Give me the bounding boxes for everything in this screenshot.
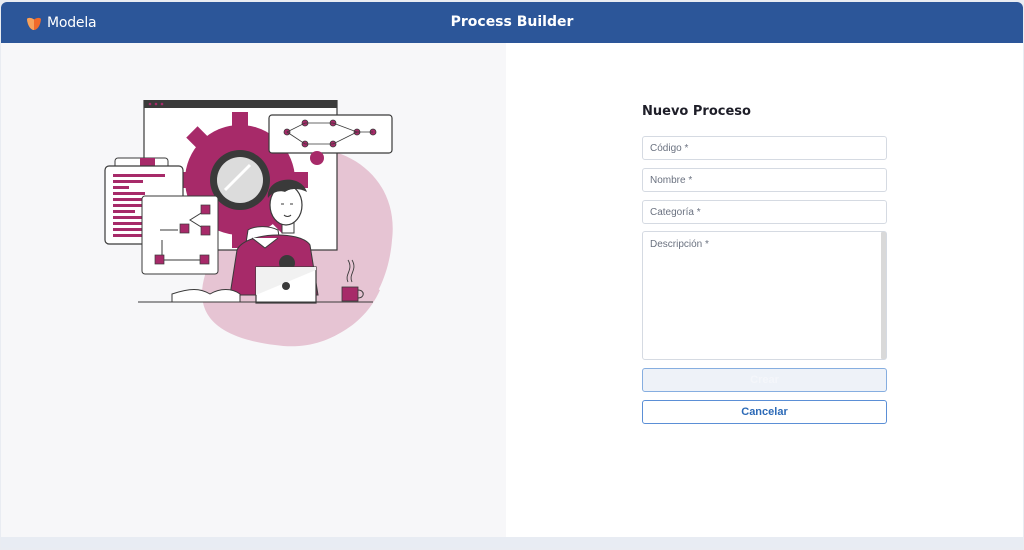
top-bar: Modela Process Builder bbox=[1, 2, 1023, 43]
create-button[interactable]: Crear bbox=[642, 368, 887, 392]
bottom-strip bbox=[1, 537, 1023, 548]
categoria-input[interactable] bbox=[642, 200, 887, 224]
descripcion-input[interactable] bbox=[642, 231, 887, 360]
process-builder-illustration bbox=[104, 100, 393, 347]
new-process-form: Nuevo Proceso Crear Cancelar bbox=[642, 104, 887, 424]
cancel-button[interactable]: Cancelar bbox=[642, 400, 887, 424]
form-title: Nuevo Proceso bbox=[642, 104, 751, 119]
nombre-input[interactable] bbox=[642, 168, 887, 192]
descripcion-scrollbar[interactable] bbox=[881, 232, 886, 359]
illustration-panel bbox=[1, 43, 506, 537]
app-frame: Modela Process Builder Nuevo Proceso Cód… bbox=[0, 0, 1024, 550]
page-title: Process Builder bbox=[450, 14, 574, 30]
codigo-input[interactable] bbox=[642, 136, 887, 160]
